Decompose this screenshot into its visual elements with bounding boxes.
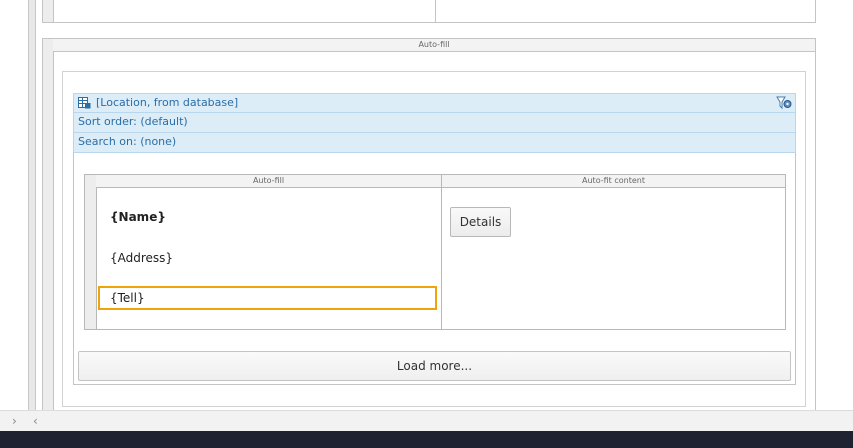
upper-container-divider	[435, 0, 436, 22]
name-field[interactable]: {Name}	[110, 210, 166, 224]
bottom-navigation-bar: › ‹	[0, 410, 853, 431]
column-divider	[441, 175, 442, 329]
auto-fill-header: Auto-fill	[53, 39, 815, 52]
upper-container-strip	[43, 0, 54, 22]
address-field[interactable]: {Address}	[110, 251, 173, 265]
chevron-right-icon[interactable]: ›	[12, 412, 17, 430]
column-header-auto-fill: Auto-fill	[96, 175, 441, 188]
load-more-button[interactable]: Load more...	[78, 351, 791, 381]
upper-container[interactable]	[42, 0, 816, 23]
auto-fill-container-strip	[43, 39, 54, 410]
column-header-auto-fit: Auto-fit content	[441, 175, 785, 188]
database-icon	[78, 97, 91, 109]
taskbar	[0, 431, 853, 448]
sort-order-row[interactable]: Sort order: (default)	[73, 113, 796, 133]
details-button[interactable]: Details	[450, 207, 511, 237]
inner-table-strip	[85, 175, 97, 329]
outer-designer-strip	[28, 0, 36, 410]
filter-settings-icon[interactable]	[776, 96, 792, 110]
tell-field-selected[interactable]: {Tell}	[98, 286, 437, 310]
chevron-left-icon[interactable]: ‹	[33, 412, 38, 430]
datasource-title-row[interactable]: [Location, from database]	[73, 93, 796, 113]
datasource-title: [Location, from database]	[96, 96, 239, 109]
search-on-row[interactable]: Search on: (none)	[73, 133, 796, 153]
